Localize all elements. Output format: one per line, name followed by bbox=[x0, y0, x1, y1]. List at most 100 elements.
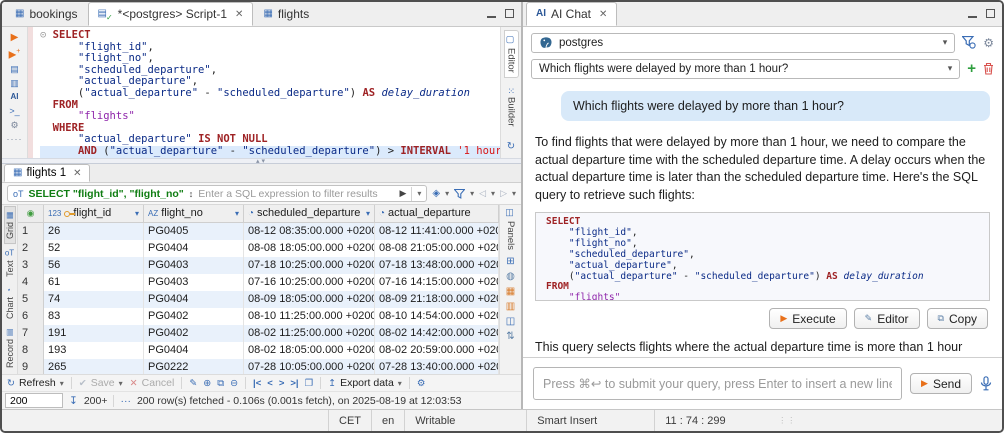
data-cell[interactable]: 07-28 13:40:00.000 +0200 bbox=[375, 359, 499, 374]
copy-button[interactable]: ⧉Copy bbox=[927, 308, 988, 329]
fetch-more-label[interactable]: 200+ bbox=[84, 395, 108, 407]
row-number-cell[interactable]: 7 bbox=[18, 325, 44, 342]
execute-script-icon[interactable]: ▤ bbox=[10, 63, 19, 75]
data-cell[interactable]: 07-16 10:25:00.000 +0200 bbox=[244, 274, 375, 291]
expand-filter-icon[interactable]: ↕ bbox=[189, 189, 194, 199]
tab-ai-chat[interactable]: AI AI Chat ✕ bbox=[526, 2, 617, 26]
sort-caret-icon[interactable]: ▾ bbox=[235, 205, 239, 222]
tab-builder-vertical[interactable]: ⁙ Builder bbox=[505, 83, 518, 131]
data-cell[interactable]: 265 bbox=[44, 359, 144, 374]
eraser-icon[interactable]: ◈ bbox=[432, 188, 440, 199]
minimize-icon[interactable] bbox=[487, 10, 496, 18]
data-cell[interactable]: 61 bbox=[44, 274, 144, 291]
apply-filter-icon[interactable]: ▶ bbox=[399, 188, 406, 199]
data-cell[interactable]: 07-28 10:05:00.000 +0200 bbox=[244, 359, 375, 374]
calendar-icon[interactable]: ▦ bbox=[506, 286, 515, 297]
data-cell[interactable]: 26 bbox=[44, 223, 144, 240]
more-icon[interactable]: ···· bbox=[7, 133, 23, 145]
value-viewer-icon[interactable]: ⊞ bbox=[506, 256, 514, 267]
row-number-cell[interactable]: 6 bbox=[18, 308, 44, 325]
data-cell[interactable]: PG0402 bbox=[144, 308, 244, 325]
minimize-icon[interactable] bbox=[968, 10, 977, 18]
tab-editor-vertical[interactable]: ▢ Editor bbox=[504, 30, 519, 78]
question-select[interactable]: Which flights were delayed by more than … bbox=[531, 59, 960, 79]
save-button[interactable]: ✔Save▾ bbox=[79, 377, 123, 389]
data-cell[interactable]: 08-08 18:05:00.000 +0200 bbox=[244, 240, 375, 257]
scope-filter-icon[interactable] bbox=[962, 36, 976, 49]
funnel-filter-icon[interactable] bbox=[454, 189, 465, 199]
data-cell[interactable]: 08-10 14:54:00.000 +0200 bbox=[375, 308, 499, 325]
table-row[interactable]: 356PG040307-18 10:25:00.000 +020007-18 1… bbox=[18, 257, 499, 274]
metadata-icon[interactable]: ◍ bbox=[506, 271, 515, 282]
sync-icon[interactable]: ↻ bbox=[507, 141, 515, 152]
data-cell[interactable]: PG0405 bbox=[144, 223, 244, 240]
data-cell[interactable]: 52 bbox=[44, 240, 144, 257]
sort-caret-icon[interactable]: ▾ bbox=[366, 205, 370, 222]
data-cell[interactable]: 74 bbox=[44, 291, 144, 308]
aggregate-icon[interactable]: ▥ bbox=[506, 301, 515, 312]
data-cell[interactable]: 08-08 21:05:00.000 +0200 bbox=[375, 240, 499, 257]
table-row[interactable]: 9265PG022207-28 10:05:00.000 +020007-28 … bbox=[18, 359, 499, 374]
maximize-icon[interactable] bbox=[986, 9, 995, 18]
data-cell[interactable]: 08-02 11:25:00.000 +0200 bbox=[244, 325, 375, 342]
data-cell[interactable]: 08-12 11:41:00.000 +0200 bbox=[375, 223, 499, 240]
table-row[interactable]: 126PG040508-12 08:35:00.000 +020008-12 1… bbox=[18, 223, 499, 240]
close-icon[interactable]: ✕ bbox=[599, 9, 607, 20]
tab-sql-script[interactable]: ▤✓ *<postgres> Script-1 ✕ bbox=[88, 2, 254, 26]
execute-statement-icon[interactable]: ▶ bbox=[11, 32, 19, 44]
connection-select[interactable]: postgres ▾ bbox=[531, 33, 955, 53]
open-in-editor-button[interactable]: ✎Editor bbox=[854, 308, 920, 329]
data-cell[interactable]: 08-02 14:42:00.000 +0200 bbox=[375, 325, 499, 342]
delete-row-icon[interactable]: ⊖ bbox=[230, 378, 238, 389]
tab-grid-view[interactable]: Grid▦ bbox=[4, 206, 16, 244]
tab-text-view[interactable]: TextoT bbox=[5, 245, 15, 281]
execute-new-tab-icon[interactable]: ▶+ bbox=[9, 46, 21, 61]
last-page-icon[interactable]: >| bbox=[290, 378, 298, 389]
row-number-cell[interactable]: 2 bbox=[18, 240, 44, 257]
ai-settings-gear-icon[interactable]: ⚙ bbox=[983, 36, 994, 50]
data-cell[interactable]: PG0403 bbox=[144, 257, 244, 274]
edit-cell-icon[interactable]: ✎ bbox=[189, 378, 197, 389]
tab-record-view[interactable]: Record▤ bbox=[5, 324, 15, 372]
data-cell[interactable]: 08-02 20:59:00.000 +0200 bbox=[375, 342, 499, 359]
timezone-indicator[interactable]: CET bbox=[328, 410, 371, 431]
execute-button[interactable]: ▶Execute bbox=[769, 308, 846, 329]
data-cell[interactable]: 08-09 18:05:00.000 +0200 bbox=[244, 291, 375, 308]
data-cell[interactable]: 07-16 14:15:00.000 +0200 bbox=[375, 274, 499, 291]
data-cell[interactable]: PG0402 bbox=[144, 325, 244, 342]
table-row[interactable]: 574PG040408-09 18:05:00.000 +020008-09 2… bbox=[18, 291, 499, 308]
filter-history-caret-icon[interactable]: ▾ bbox=[417, 189, 421, 198]
data-cell[interactable]: PG0222 bbox=[144, 359, 244, 374]
data-cell[interactable]: 08-10 11:25:00.000 +0200 bbox=[244, 308, 375, 325]
send-button[interactable]: ▶Send bbox=[910, 373, 972, 394]
row-number-cell[interactable]: 4 bbox=[18, 274, 44, 291]
data-cell[interactable]: 08-02 18:05:00.000 +0200 bbox=[244, 342, 375, 359]
column-header-actual-departure[interactable]: ◔ actual_departure bbox=[375, 205, 499, 222]
add-row-icon[interactable]: ⊕ bbox=[203, 378, 211, 389]
tab-flights-1-result[interactable]: ▦ flights 1 ✕ bbox=[4, 164, 90, 182]
more-options-icon[interactable]: ··· bbox=[120, 395, 131, 407]
data-cell[interactable]: PG0404 bbox=[144, 240, 244, 257]
next-page-icon[interactable]: > bbox=[279, 378, 285, 389]
column-header-flight-no[interactable]: AZ flight_no ▾ bbox=[144, 205, 244, 222]
export-data-button[interactable]: ↥Export data▾ bbox=[328, 377, 402, 389]
back-icon[interactable]: ◁ bbox=[479, 188, 486, 199]
table-row[interactable]: 461PG040307-16 10:25:00.000 +020007-16 1… bbox=[18, 274, 499, 291]
writable-indicator[interactable]: Writable bbox=[404, 410, 500, 431]
cancel-button[interactable]: ✕Cancel bbox=[130, 377, 175, 389]
data-cell[interactable]: 08-12 08:35:00.000 +0200 bbox=[244, 223, 375, 240]
data-cell[interactable]: 56 bbox=[44, 257, 144, 274]
row-number-cell[interactable]: 5 bbox=[18, 291, 44, 308]
language-indicator[interactable]: en bbox=[371, 410, 404, 431]
tab-chart-view[interactable]: Chart◔ bbox=[5, 282, 15, 323]
insert-mode-indicator[interactable]: Smart Insert bbox=[526, 410, 644, 431]
caret-icon[interactable]: ▾ bbox=[445, 189, 449, 198]
sort-caret-icon[interactable]: ▾ bbox=[135, 205, 139, 222]
data-cell[interactable]: 191 bbox=[44, 325, 144, 342]
close-icon[interactable]: ✕ bbox=[235, 9, 243, 20]
tab-panels[interactable]: ◫ Panels bbox=[505, 206, 516, 252]
data-cell[interactable]: 07-18 13:48:00.000 +0200 bbox=[375, 257, 499, 274]
grid-settings-gear-icon[interactable]: ⚙ bbox=[417, 378, 426, 389]
fetch-next-segment-icon[interactable]: ↧ bbox=[69, 395, 78, 407]
table-row[interactable]: 8193PG040408-02 18:05:00.000 +020008-02 … bbox=[18, 342, 499, 359]
